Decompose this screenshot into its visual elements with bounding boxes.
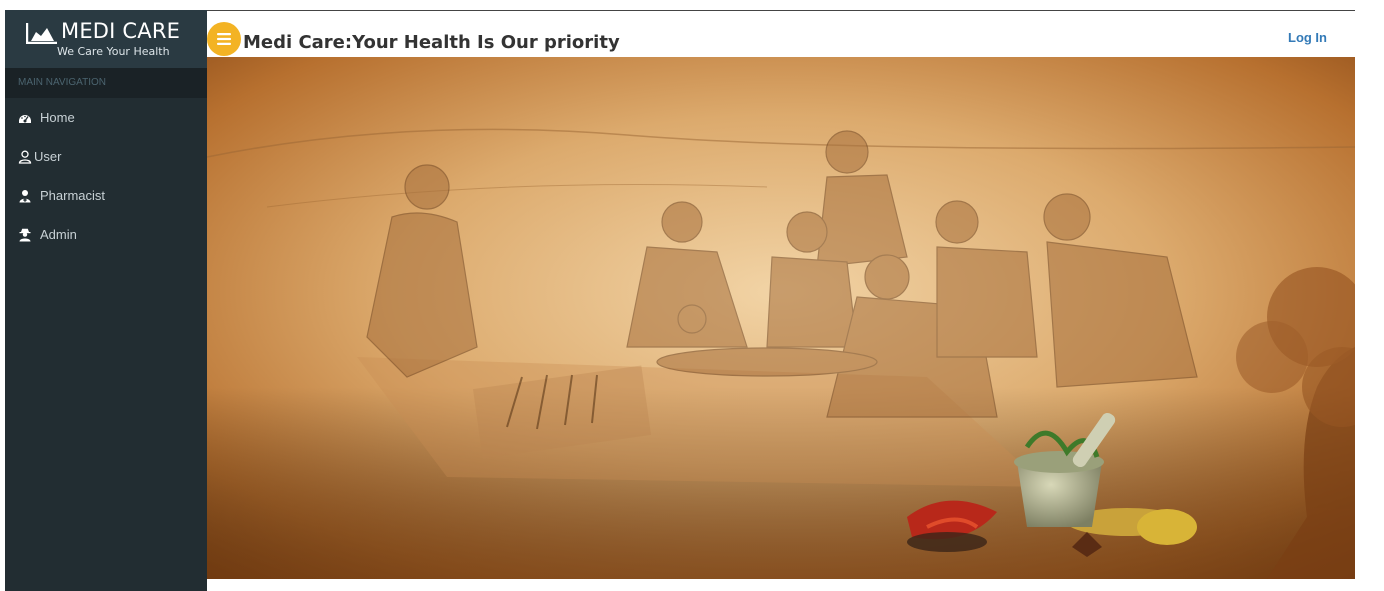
login-link[interactable]: Log In [1288,30,1327,45]
page-title: Medi Care:Your Health Is Our priority [243,32,620,53]
brand-logo[interactable]: MEDI CARE We Care Your Health [5,10,207,68]
brand-tagline: We Care Your Health [57,45,170,58]
sidebar-item-label: Admin [40,227,77,242]
hamburger-menu-icon [217,33,231,45]
header-divider [207,10,1355,11]
sidebar-item-pharmacist[interactable]: Pharmacist [5,178,207,214]
sidebar-item-label: Pharmacist [40,188,106,203]
sidebar-item-admin[interactable]: Admin [5,217,207,253]
sidebar-item-user[interactable]: User [5,139,207,175]
user-secret-icon [19,228,31,242]
nav-section-header-label: MAIN NAVIGATION [18,77,106,88]
sidebar: MEDI CARE We Care Your Health MAIN NAVIG… [5,10,207,591]
brand-title: MEDI CARE [61,19,181,43]
ayurveda-banner-image [207,57,1355,579]
area-chart-icon [26,23,57,44]
user-md-icon [19,190,31,203]
sidebar-item-label: Home [40,110,75,125]
user-icon [18,150,32,164]
sidebar-toggle-button[interactable] [207,22,241,56]
sidebar-item-home[interactable]: Home [5,100,207,136]
nav-section-header: MAIN NAVIGATION [5,68,207,98]
hero-banner-image [207,57,1355,579]
dashboard-icon [19,115,31,123]
sidebar-item-label: User [34,149,62,164]
